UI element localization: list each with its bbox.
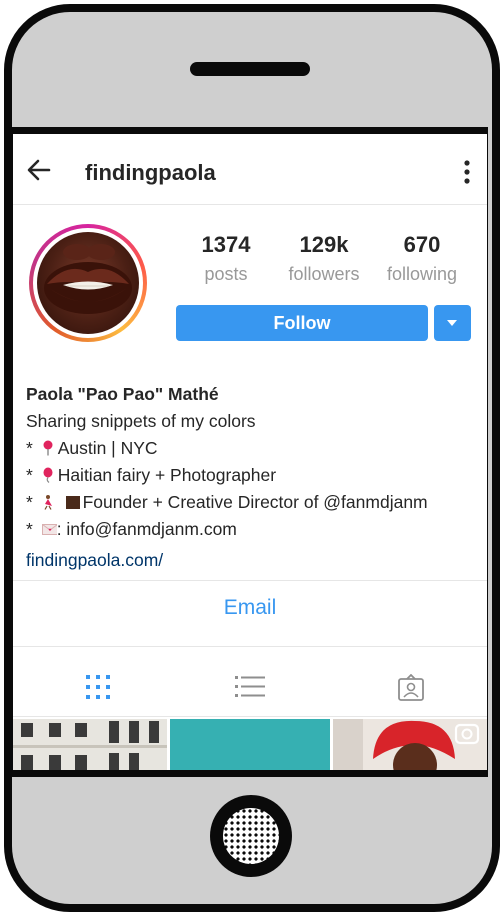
bio-website-link[interactable]: findingpaola.com/ bbox=[26, 547, 476, 574]
avatar-photo bbox=[37, 232, 139, 334]
divider-tabs bbox=[13, 716, 487, 717]
follow-button[interactable]: Follow bbox=[176, 305, 428, 341]
profile-tabs bbox=[13, 658, 487, 716]
avatar-story-ring[interactable] bbox=[29, 224, 147, 342]
tagged-icon bbox=[398, 674, 424, 701]
love-letter-icon bbox=[41, 524, 57, 535]
avatar bbox=[33, 228, 143, 338]
phone-speaker bbox=[190, 62, 310, 76]
home-button-face bbox=[223, 808, 279, 864]
post-thumbnail[interactable] bbox=[170, 719, 330, 770]
bullet: * bbox=[26, 519, 33, 539]
tab-grid[interactable] bbox=[23, 658, 181, 716]
caret-down-icon bbox=[447, 320, 457, 326]
stat-posts[interactable]: 1374 posts bbox=[181, 232, 271, 285]
dancer-icon bbox=[44, 495, 52, 510]
back-arrow-icon[interactable] bbox=[25, 156, 53, 184]
bio-full-name: Paola "Pao Pao" Mathé bbox=[26, 384, 219, 404]
followers-count: 129k bbox=[299, 232, 349, 257]
tab-tagged[interactable] bbox=[335, 658, 487, 716]
brown-square-icon bbox=[65, 496, 80, 509]
bio-line-founder: * Founder + Creative Director of @fanmdj… bbox=[26, 492, 428, 512]
divider-top bbox=[13, 580, 487, 581]
bullet: * bbox=[26, 465, 33, 485]
post-thumbnail[interactable] bbox=[13, 719, 167, 770]
bio-line-tagline: Sharing snippets of my colors bbox=[26, 411, 256, 431]
following-label: following bbox=[386, 264, 458, 284]
divider-middle bbox=[13, 646, 487, 647]
balloon-icon bbox=[43, 467, 53, 483]
post-thumbnail[interactable] bbox=[333, 719, 487, 770]
bio-line-role: * Haitian fairy + Photographer bbox=[26, 465, 277, 485]
pin-icon bbox=[43, 440, 53, 456]
post-grid bbox=[13, 719, 487, 770]
app-header: findingpaola bbox=[13, 142, 487, 205]
bio-line-location: * Austin | NYC bbox=[26, 438, 158, 458]
posts-count: 1374 bbox=[201, 232, 251, 257]
bio-line-email: * : info@fanmdjanm.com bbox=[26, 519, 237, 539]
building-photo bbox=[13, 719, 167, 770]
email-button[interactable]: Email bbox=[13, 596, 487, 620]
lips-image bbox=[44, 244, 132, 314]
bullet: * bbox=[26, 492, 33, 512]
suggestions-dropdown-button[interactable] bbox=[434, 305, 471, 341]
more-options-icon[interactable] bbox=[461, 158, 473, 186]
teal-photo bbox=[170, 719, 330, 770]
bullet: * bbox=[26, 438, 33, 458]
posts-label: posts bbox=[204, 264, 248, 284]
portrait-photo bbox=[333, 719, 487, 770]
tab-list[interactable] bbox=[173, 658, 331, 716]
profile-bio: Paola "Pao Pao" Mathé Sharing snippets o… bbox=[26, 381, 476, 574]
list-icon bbox=[235, 676, 265, 697]
profile-username: findingpaola bbox=[85, 160, 216, 185]
home-button[interactable] bbox=[210, 795, 292, 877]
followers-label: followers bbox=[288, 264, 360, 284]
stat-followers[interactable]: 129k followers bbox=[279, 232, 369, 285]
phone-screen: findingpaola 1374 posts 129k followers 6… bbox=[13, 127, 487, 777]
following-count: 670 bbox=[403, 232, 441, 257]
grid-icon bbox=[86, 675, 110, 699]
stat-following[interactable]: 670 following bbox=[377, 232, 467, 285]
